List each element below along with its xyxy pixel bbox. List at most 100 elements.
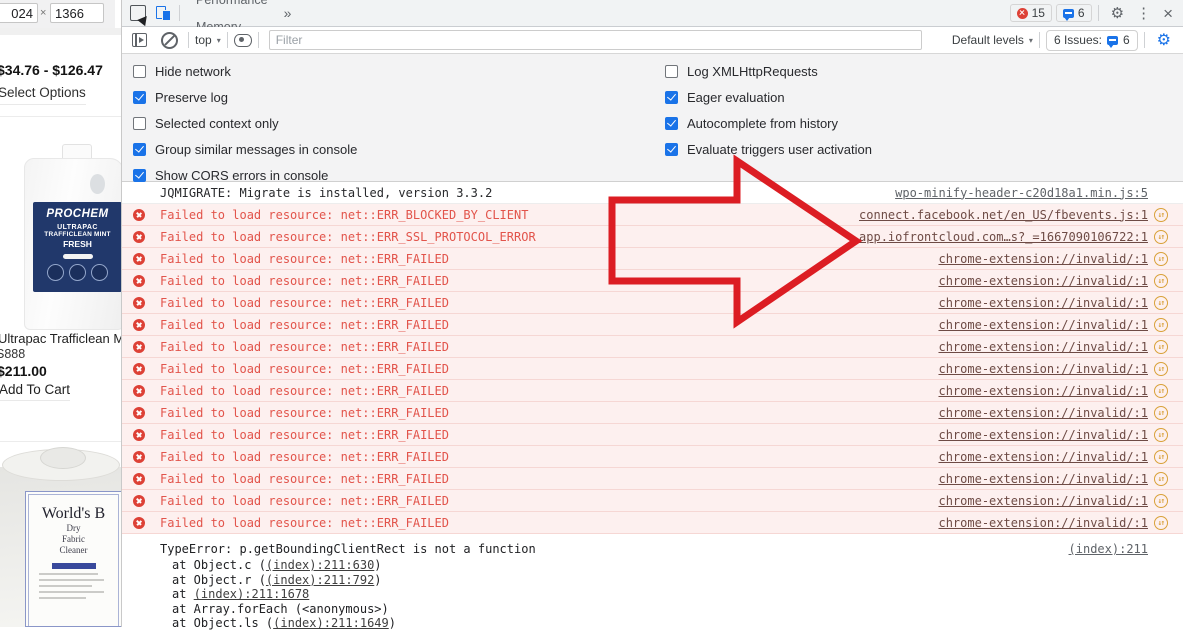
pail-lid: [40, 447, 86, 469]
console-message-text: Failed to load resource: net::ERR_FAILED: [160, 494, 449, 508]
console-sidebar-toggle-icon[interactable]: [132, 33, 147, 47]
request-arrows-icon[interactable]: ↓↑: [1154, 318, 1168, 332]
more-tabs-chevron[interactable]: »: [278, 5, 298, 21]
clear-console-icon[interactable]: [161, 32, 178, 49]
source-location-link[interactable]: chrome-extension://invalid/:1: [938, 516, 1148, 530]
checkbox[interactable]: [133, 143, 146, 156]
checkbox-label: Evaluate triggers user activation: [687, 142, 872, 157]
checkbox[interactable]: [133, 117, 146, 130]
console-settings-gear-icon[interactable]: ⚙: [1151, 27, 1173, 54]
request-arrows-icon[interactable]: ↓↑: [1154, 340, 1168, 354]
product-image-prochem[interactable]: PROCHEM ULTRAPAC TRAFFICLEAN MINT FRESH: [0, 140, 122, 332]
device-toolbar-toggle-icon[interactable]: [156, 6, 171, 21]
stack-frame-text: at Object.r (: [172, 573, 266, 587]
pail-label-line: Dry: [29, 523, 118, 534]
label-icon: [47, 264, 64, 281]
checkbox[interactable]: [665, 91, 678, 104]
add-to-cart-link[interactable]: Add To Cart: [0, 382, 70, 401]
request-arrows-icon[interactable]: ↓↑: [1154, 362, 1168, 376]
source-location-link[interactable]: chrome-extension://invalid/:1: [938, 384, 1148, 398]
error-count-badge[interactable]: 15: [1010, 4, 1052, 22]
settings-checkbox-row[interactable]: Group similar messages in console: [133, 136, 357, 162]
source-location-link[interactable]: chrome-extension://invalid/:1: [938, 274, 1148, 288]
checkbox[interactable]: [133, 91, 146, 104]
request-arrows-icon[interactable]: ↓↑: [1154, 252, 1168, 266]
card-divider: [0, 441, 122, 442]
stack-frame-link[interactable]: (index):211:792: [266, 573, 374, 587]
request-arrows-icon[interactable]: ↓↑: [1154, 274, 1168, 288]
request-arrows-icon[interactable]: ↓↑: [1154, 450, 1168, 464]
product-name-link[interactable]: Ultrapac Trafficlean M: [0, 331, 122, 346]
devtools-tab[interactable]: Performance: [186, 0, 278, 13]
source-location-link[interactable]: wpo-minify-header-c20d18a1.min.js:5: [895, 186, 1148, 200]
label-icon: [69, 264, 86, 281]
console-message-row: Failed to load resource: net::ERR_FAILED…: [122, 446, 1183, 468]
settings-checkbox-row[interactable]: Hide network: [133, 58, 357, 84]
request-arrows-icon[interactable]: ↓↑: [1154, 296, 1168, 310]
source-location-link[interactable]: chrome-extension://invalid/:1: [938, 252, 1148, 266]
console-message-row: Failed to load resource: net::ERR_FAILED…: [122, 424, 1183, 446]
source-location-link[interactable]: chrome-extension://invalid/:1: [938, 362, 1148, 376]
request-arrows-icon[interactable]: ↓↑: [1154, 472, 1168, 486]
stack-frame: at Object.ls ((index):211:1649): [160, 616, 1168, 631]
console-message-text: Failed to load resource: net::ERR_FAILED: [160, 362, 449, 376]
inspect-element-icon[interactable]: [130, 5, 146, 21]
page-top-strip: [0, 28, 122, 35]
checkbox[interactable]: [133, 169, 146, 182]
stack-frame-link[interactable]: (index):211:630: [266, 558, 374, 572]
error-count: 15: [1032, 6, 1045, 20]
source-location-link[interactable]: chrome-extension://invalid/:1: [938, 340, 1148, 354]
settings-gear-icon[interactable]: ⚙: [1105, 0, 1130, 27]
settings-checkbox-row[interactable]: Eager evaluation: [665, 84, 872, 110]
viewport-height-input[interactable]: [50, 3, 104, 23]
checkbox[interactable]: [665, 143, 678, 156]
console-toolbar: top ▾ Default levels ▾ 6 Issues: 6 ⚙: [122, 27, 1183, 54]
stack-frame-link[interactable]: (index):211:1649: [273, 616, 389, 630]
issues-button[interactable]: 6 Issues: 6: [1046, 30, 1138, 51]
exception-source-link[interactable]: (index):211: [1069, 542, 1148, 556]
request-arrows-icon[interactable]: ↓↑: [1154, 208, 1168, 222]
settings-checkbox-row[interactable]: Preserve log: [133, 84, 357, 110]
source-location-link[interactable]: chrome-extension://invalid/:1: [938, 296, 1148, 310]
checkbox-label: Group similar messages in console: [155, 142, 357, 157]
close-devtools-icon[interactable]: ×: [1157, 0, 1183, 27]
divider: [1144, 32, 1145, 48]
error-icon: [133, 495, 145, 507]
select-options-link[interactable]: Select Options: [0, 85, 86, 105]
request-arrows-icon[interactable]: ↓↑: [1154, 516, 1168, 530]
stack-frame-link[interactable]: (index):211:1678: [194, 587, 310, 601]
checkbox[interactable]: [665, 65, 678, 78]
filter-input[interactable]: [269, 30, 922, 50]
request-arrows-icon[interactable]: ↓↑: [1154, 428, 1168, 442]
request-arrows-icon[interactable]: ↓↑: [1154, 230, 1168, 244]
source-location-link[interactable]: app.iofrontcloud.com…s?_=1667090106722:1: [859, 230, 1148, 244]
checkbox[interactable]: [665, 117, 678, 130]
source-location-link[interactable]: chrome-extension://invalid/:1: [938, 318, 1148, 332]
settings-checkbox-row[interactable]: Autocomplete from history: [665, 110, 872, 136]
settings-checkbox-row[interactable]: Evaluate triggers user activation: [665, 136, 872, 162]
message-count-badge[interactable]: 6: [1056, 4, 1092, 22]
settings-checkbox-row[interactable]: Selected context only: [133, 110, 357, 136]
source-location-link[interactable]: chrome-extension://invalid/:1: [938, 494, 1148, 508]
live-expression-eye-icon[interactable]: [234, 34, 252, 47]
label-line: TRAFFICLEAN MINT: [33, 231, 122, 238]
source-location-link[interactable]: chrome-extension://invalid/:1: [938, 406, 1148, 420]
console-message-row: Failed to load resource: net::ERR_FAILED…: [122, 402, 1183, 424]
request-arrows-icon[interactable]: ↓↑: [1154, 384, 1168, 398]
source-location-link[interactable]: chrome-extension://invalid/:1: [938, 428, 1148, 442]
log-levels-selector[interactable]: Default levels ▾: [952, 33, 1033, 47]
product-image-worlds-best[interactable]: World's B Dry Fabric Cleaner: [0, 447, 122, 627]
console-message-text: Failed to load resource: net::ERR_FAILED: [160, 296, 449, 310]
product-price: $211.00: [0, 363, 47, 379]
kebab-menu-icon[interactable]: ⋮: [1130, 0, 1157, 27]
label-capsule: [63, 254, 93, 259]
request-arrows-icon[interactable]: ↓↑: [1154, 406, 1168, 420]
checkbox[interactable]: [133, 65, 146, 78]
viewport-width-input[interactable]: [0, 3, 38, 23]
settings-checkbox-row[interactable]: Log XMLHttpRequests: [665, 58, 872, 84]
request-arrows-icon[interactable]: ↓↑: [1154, 494, 1168, 508]
source-location-link[interactable]: connect.facebook.net/en_US/fbevents.js:1: [859, 208, 1148, 222]
context-selector[interactable]: top ▾: [195, 33, 221, 47]
source-location-link[interactable]: chrome-extension://invalid/:1: [938, 472, 1148, 486]
source-location-link[interactable]: chrome-extension://invalid/:1: [938, 450, 1148, 464]
